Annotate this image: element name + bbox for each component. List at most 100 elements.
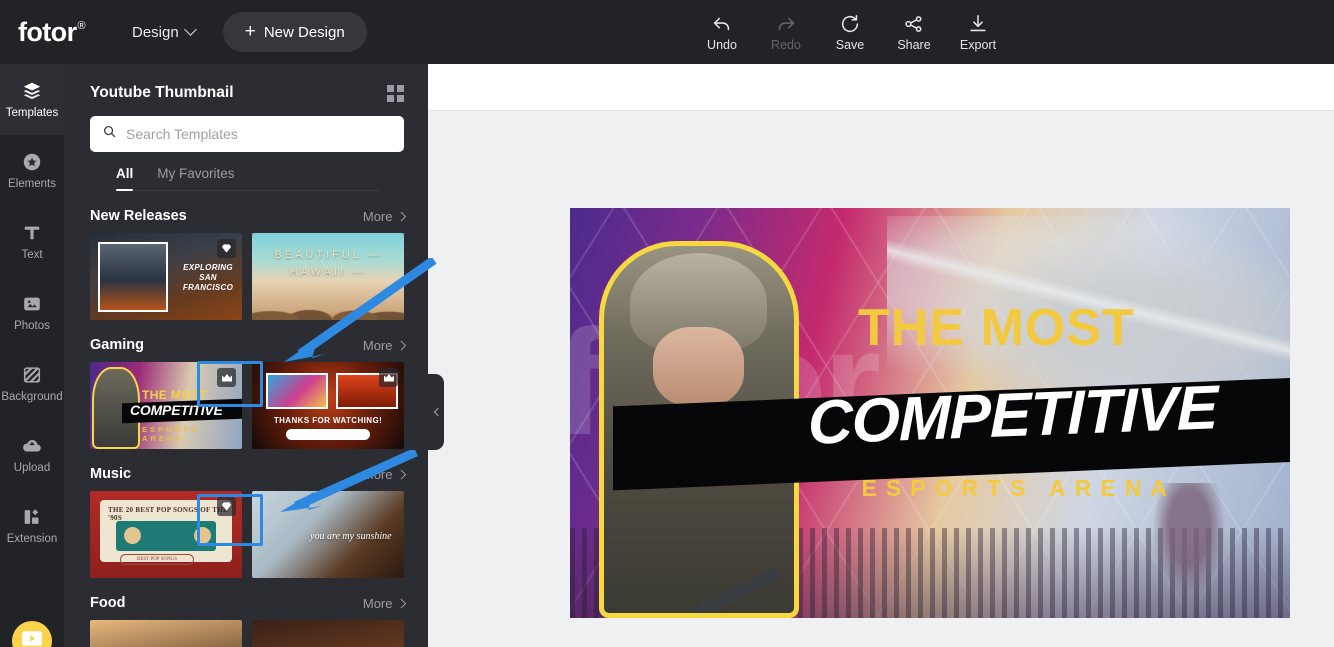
undo-icon — [711, 13, 733, 35]
photo-icon — [21, 293, 43, 315]
template-card-best-pop-songs-cassette[interactable]: THE 20 BEST POP SONGS OF THE '90S BEST P… — [90, 491, 242, 578]
template-card-you-are-my-sunshine[interactable]: you are my sunshine — [252, 491, 404, 578]
thumb-row-new-releases: EXPLORING SAN FRANCISCO BEAUTIFUL — HAWA… — [90, 233, 404, 320]
template-caption: THE 20 BEST POP SONGS OF THE '90S — [108, 506, 228, 522]
chevron-right-icon — [396, 598, 406, 608]
search-wrapper — [64, 108, 428, 152]
section-title-food: Food — [90, 595, 126, 611]
template-card-esports-arena[interactable]: THE MOST COMPETITIVE ESPORTS ARENA — [90, 362, 242, 449]
canvas-headline-sub[interactable]: ESPORTS ARENA — [862, 475, 1176, 502]
fotor-editor: fotor® Design + New Design Undo Redo Sav… — [0, 0, 1334, 647]
canvas-toolbar[interactable] — [428, 64, 1334, 111]
template-card-beautiful-hawaii[interactable]: BEAUTIFUL — HAWAII — — [252, 233, 404, 320]
more-label: More — [362, 337, 393, 353]
canvas-headline-top[interactable]: THE MOST — [858, 298, 1135, 358]
search-icon — [102, 124, 117, 144]
thumb-row-music: THE 20 BEST POP SONGS OF THE '90S BEST P… — [90, 491, 404, 578]
new-design-button[interactable]: + New Design — [222, 12, 367, 52]
caption-bar — [286, 429, 370, 440]
sidebar-item-elements[interactable]: Elements — [0, 135, 64, 206]
workspace: fotor THE MOST COMPETITIVE ESPORTS ARENA — [428, 64, 1334, 647]
save-button[interactable]: Save — [818, 13, 882, 52]
grid-view-icon[interactable] — [387, 84, 404, 102]
design-menu-label: Design — [132, 23, 179, 41]
chevron-right-icon — [396, 469, 406, 479]
template-card-thanks-for-watching[interactable]: THANKS FOR WATCHING! — [252, 362, 404, 449]
undo-button[interactable]: Undo — [690, 13, 754, 52]
template-caption: EXPLORING SAN FRANCISCO — [182, 263, 234, 292]
section-header-gaming: Gaming More — [90, 320, 406, 362]
section-header-music: Music More — [90, 449, 406, 491]
share-label: Share — [897, 37, 931, 52]
sidebar-label-extension: Extension — [6, 533, 58, 545]
section-title-music: Music — [90, 466, 132, 482]
diamond-icon — [217, 239, 236, 258]
chevron-right-icon — [396, 211, 406, 221]
redo-icon — [775, 13, 797, 35]
extension-icon — [21, 506, 43, 528]
thumb-row-food — [90, 620, 404, 647]
export-label: Export — [959, 37, 997, 52]
plus-icon: + — [244, 20, 256, 42]
template-card-exploring-san-francisco[interactable]: EXPLORING SAN FRANCISCO — [90, 233, 242, 320]
template-caption: THANKS FOR WATCHING! — [273, 416, 383, 425]
sidebar-item-extension[interactable]: Extension — [0, 490, 64, 561]
sidebar-item-photos[interactable]: Photos — [0, 277, 64, 348]
layers-icon — [21, 80, 43, 102]
section-header-new-releases: New Releases More — [90, 191, 406, 233]
cassette-reel-left — [124, 527, 141, 544]
upload-cloud-icon — [21, 435, 43, 457]
diamond-icon — [217, 497, 236, 516]
design-menu[interactable]: Design — [132, 22, 197, 41]
sidebar-item-text[interactable]: Text — [0, 206, 64, 277]
template-headline-top: THE MOST — [142, 388, 208, 402]
template-headline-sub: ESPORTS ARENA — [142, 425, 199, 443]
more-link-music[interactable]: More — [363, 467, 406, 482]
more-link-new-releases[interactable]: More — [363, 209, 406, 224]
chevron-left-icon — [433, 407, 442, 417]
top-bar: fotor® Design + New Design Undo Redo Sav… — [0, 0, 1334, 64]
undo-label: Undo — [707, 37, 737, 52]
section-title-gaming: Gaming — [90, 337, 144, 353]
rifle-art — [668, 567, 781, 613]
logo-text: fotor — [18, 16, 77, 47]
sidebar-item-templates[interactable]: Templates — [0, 64, 64, 135]
chevron-right-icon — [396, 340, 406, 350]
registered-mark: ® — [77, 19, 85, 32]
left-rail: Templates Elements Text Photos Backgroun… — [0, 64, 64, 647]
tab-all[interactable]: All — [116, 166, 134, 191]
star-badge-icon — [21, 151, 43, 173]
more-link-gaming[interactable]: More — [362, 337, 406, 353]
sidebar-label-text: Text — [21, 249, 43, 261]
sidebar-label-elements: Elements — [8, 178, 56, 190]
tab-my-favorites[interactable]: My Favorites — [157, 166, 234, 190]
search-input[interactable] — [126, 126, 392, 142]
template-sub-caption: BEST POP SONGS — [120, 554, 194, 565]
export-button[interactable]: Export — [946, 13, 1010, 52]
template-card-food-template-b[interactable] — [252, 620, 404, 647]
templates-panel: Youtube Thumbnail All My Favorites New R… — [64, 64, 428, 647]
panel-title: Youtube Thumbnail — [90, 84, 234, 101]
template-card-food-template-a[interactable] — [90, 620, 242, 647]
design-canvas[interactable]: fotor THE MOST COMPETITIVE ESPORTS ARENA — [570, 208, 1290, 618]
share-button[interactable]: Share — [882, 13, 946, 52]
search-box[interactable] — [90, 116, 404, 152]
face-art — [653, 326, 745, 408]
sidebar-item-background[interactable]: Background — [0, 348, 64, 419]
more-link-food[interactable]: More — [363, 596, 406, 611]
toolbar-actions: Undo Redo Save Share Export — [690, 0, 1010, 64]
panel-tabs: All My Favorites — [116, 152, 380, 191]
sidebar-label-templates: Templates — [5, 107, 59, 119]
panel-collapse-handle[interactable] — [428, 374, 444, 450]
section-header-food: Food More — [90, 578, 406, 620]
fotor-logo[interactable]: fotor® — [18, 16, 86, 47]
redo-button[interactable]: Redo — [754, 13, 818, 52]
sidebar-item-upload[interactable]: Upload — [0, 419, 64, 490]
section-title-new-releases: New Releases — [90, 208, 187, 224]
help-video-button[interactable] — [12, 621, 52, 647]
save-label: Save — [835, 37, 865, 52]
save-icon — [839, 13, 861, 35]
export-icon — [967, 13, 989, 35]
template-headline-main: COMPETITIVE — [130, 402, 223, 418]
palms-art — [252, 278, 404, 320]
